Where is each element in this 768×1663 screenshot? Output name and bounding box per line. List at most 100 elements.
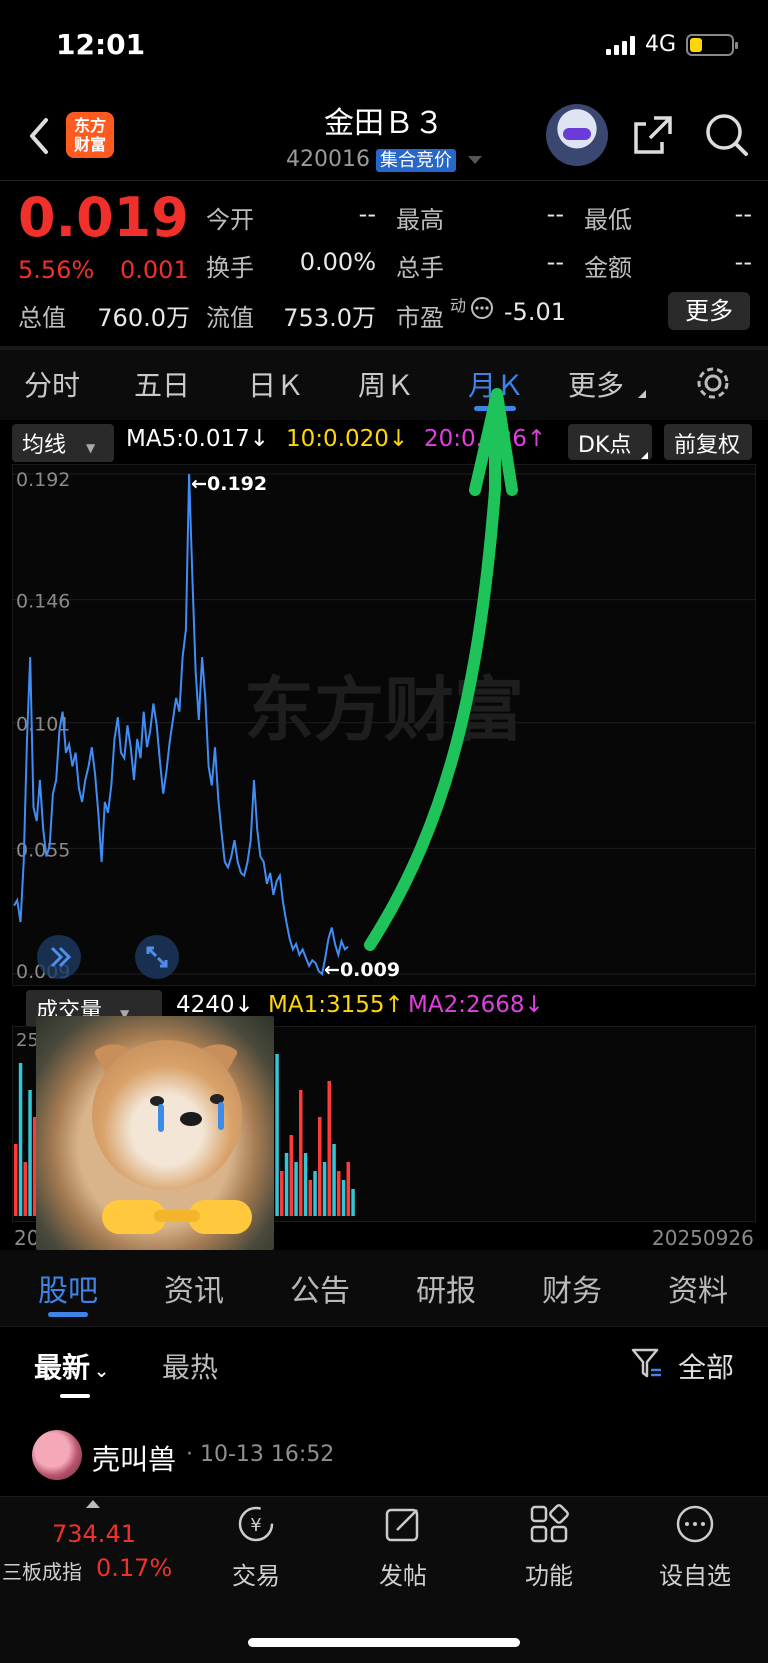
high-value: -- [546,200,564,228]
volume-bar [284,1153,289,1216]
volume-bar [351,1189,355,1216]
tab-intraday[interactable]: 分时 [24,364,80,404]
tab-profile[interactable]: 资料 [668,1266,728,1310]
expand-left-icon[interactable] [36,934,82,980]
mktcap-label: 总值 [18,304,66,332]
status-indicators: 4G [605,32,738,57]
volume-bar [341,1180,346,1216]
nav-add-watchlist[interactable]: 设自选 [635,1504,755,1591]
avatar[interactable] [32,1430,82,1480]
pe-superscript: 动 [450,296,467,315]
volume-bar [289,1135,293,1216]
volume-bar [318,1117,322,1216]
filter-icon[interactable] [630,1346,664,1380]
nav-trade[interactable]: ¥ 交易 [196,1504,316,1591]
turnover-label: 换手 [206,254,254,282]
nav-trade-label: 交易 [232,1562,280,1590]
sort-latest[interactable]: 最新 ⌄ [34,1346,109,1386]
filter-all[interactable]: 全部 [678,1346,734,1386]
tab-announcements[interactable]: 公告 [290,1266,350,1310]
volume-value: 4240↓ [176,992,254,1018]
index-percent: 0.17% [96,1554,173,1582]
assistant-avatar[interactable] [546,104,608,166]
volume-bar [337,1171,341,1216]
status-badge: 集合竞价 [375,149,456,172]
vol-ma1: MA1:3155↑ [268,992,404,1018]
finger-poke-emoji [98,1194,256,1240]
tab-five-day[interactable]: 五日 [134,364,190,404]
change-percent: 5.56% [18,256,95,284]
dog-nose [180,1112,202,1126]
tab-guba[interactable]: 股吧 [38,1266,98,1310]
stock-code: 420016 [286,147,370,172]
index-name[interactable]: 三板成指 [2,1556,82,1585]
y-tick-label: 0.146 [16,591,70,613]
edit-icon [385,1508,419,1542]
open-value: -- [358,200,376,228]
volume-bar [28,1090,32,1216]
tab-daily-k[interactable]: 日Ｋ [248,364,304,404]
index-value[interactable]: 734.41 [52,1520,136,1548]
turnover-value: 0.00% [299,248,376,276]
more-dots-icon[interactable] [470,296,494,320]
tab-news[interactable]: 资讯 [164,1266,224,1310]
volume-bar [346,1162,350,1216]
pe-value: -5.01 [503,298,566,326]
ma5-value: MA5:0.017↓ [126,426,270,452]
share-icon[interactable] [632,112,676,156]
volume-bar [299,1090,303,1216]
tab-more[interactable]: 更多 [568,364,624,404]
volume-bar [327,1081,331,1216]
dog-tear-left [158,1104,164,1132]
more-button[interactable]: 更多 [668,292,750,330]
dk-point-button[interactable]: DK点 [568,424,652,460]
svg-text:¥: ¥ [250,1515,261,1536]
tab-finance[interactable]: 财务 [542,1266,602,1310]
nav-post-label: 发帖 [379,1562,427,1590]
change-amount: 0.001 [120,256,189,284]
signal-icon [605,35,635,55]
ma-selector[interactable]: 均线 ▼ [12,424,114,462]
nav-post[interactable]: 发帖 [343,1504,463,1591]
sort-hot[interactable]: 最热 [162,1346,218,1386]
corner-triangle-icon [638,390,646,398]
volume-bar [313,1171,317,1216]
chevron-down-icon[interactable] [467,156,482,164]
current-price: 0.019 [18,186,189,249]
sort-underline [60,1394,90,1398]
nav-functions[interactable]: 功能 [489,1504,609,1591]
amount-value: -- [734,248,752,276]
corner-triangle-icon [641,452,648,459]
min-label: ←0.009 [324,959,400,981]
fullscreen-icon[interactable] [134,934,180,980]
y-tick-label: 0.192 [16,469,70,491]
nav-add-watchlist-label: 设自选 [659,1562,731,1590]
status-time: 12:01 [56,28,146,61]
dog-tear-right [218,1102,224,1130]
volume-bar [14,1144,18,1216]
adjust-price-button[interactable]: 前复权 [664,424,752,460]
max-label: ←0.192 [191,473,267,495]
volume-bar [275,1054,279,1216]
network-label: 4G [644,32,676,57]
active-section-indicator [48,1312,88,1317]
search-icon[interactable] [704,112,750,158]
home-indicator[interactable] [248,1638,520,1647]
annotation-arrow [364,388,518,951]
volume-bar [308,1180,312,1216]
vol-ma2: MA2:2668↓ [408,992,544,1018]
tab-research[interactable]: 研报 [416,1266,476,1310]
pe-label: 市盈 [396,304,444,332]
volume-bar [294,1162,298,1216]
low-label: 最低 [584,206,632,234]
dropdown-caret-icon: ▼ [86,441,96,455]
up-triangle-icon [86,1500,100,1508]
post-username[interactable]: 壳叫兽 [92,1438,176,1478]
volume-total-label: 总手 [396,254,444,282]
battery-icon [686,33,738,56]
more-circle-icon [676,1505,714,1543]
settings-gear-icon[interactable] [694,364,732,402]
yen-circle-icon: ¥ [238,1506,274,1542]
volume-bar [23,1162,27,1216]
x-end-label: 20250926 [652,1226,754,1250]
